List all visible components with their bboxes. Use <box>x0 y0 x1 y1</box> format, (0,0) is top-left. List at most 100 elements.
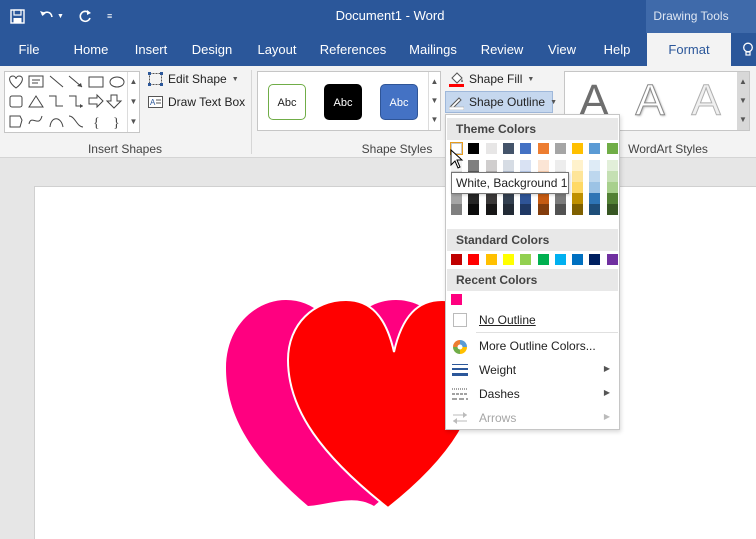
theme-shade-swatch[interactable] <box>572 204 584 215</box>
tab-format[interactable]: Format <box>647 33 731 66</box>
shape-outline-button[interactable]: Shape Outline ▼ <box>448 95 557 111</box>
draw-text-box-button[interactable]: A Draw Text Box <box>148 95 245 109</box>
scroll-up-icon[interactable]: ▲ <box>128 72 139 92</box>
theme-shade-swatch[interactable] <box>589 182 601 193</box>
theme-shade-swatch[interactable] <box>589 204 601 215</box>
dashes-item[interactable]: Dashes ▶ <box>446 383 619 405</box>
standard-color-swatch[interactable] <box>485 254 497 265</box>
theme-color-swatch[interactable] <box>554 143 566 154</box>
theme-shade-swatch[interactable] <box>572 193 584 204</box>
theme-shade-swatch[interactable] <box>502 193 514 204</box>
recent-color-swatch[interactable] <box>451 294 462 305</box>
shape-style-swatch[interactable]: Abc <box>380 84 418 120</box>
chevron-down-icon: ▼ <box>527 75 535 83</box>
edit-shape-button[interactable]: Edit Shape ▼ <box>148 72 239 86</box>
tab-review[interactable]: Review <box>476 33 528 66</box>
wordart-style[interactable]: A <box>681 76 731 126</box>
tab-file[interactable]: File <box>11 33 47 66</box>
theme-color-swatch[interactable] <box>572 143 584 154</box>
theme-shade-swatch[interactable] <box>606 182 618 193</box>
standard-color-swatch[interactable] <box>468 254 480 265</box>
tab-insert[interactable]: Insert <box>127 33 175 66</box>
theme-color-swatch[interactable] <box>537 143 549 154</box>
standard-color-swatch[interactable] <box>589 254 601 265</box>
lightbulb-icon[interactable] <box>740 33 756 66</box>
theme-shade-swatch[interactable] <box>485 204 497 215</box>
theme-shade-swatch[interactable] <box>468 160 480 171</box>
theme-shade-swatch[interactable] <box>537 160 549 171</box>
theme-shade-swatch[interactable] <box>572 182 584 193</box>
standard-color-swatch[interactable] <box>502 254 514 265</box>
theme-shade-swatch[interactable] <box>520 193 532 204</box>
tab-help[interactable]: Help <box>595 33 639 66</box>
theme-color-swatch[interactable] <box>485 143 497 154</box>
theme-shade-swatch[interactable] <box>606 160 618 171</box>
theme-shade-swatch[interactable] <box>485 193 497 204</box>
shape-style-swatch[interactable]: Abc <box>324 84 362 120</box>
standard-color-swatch[interactable] <box>537 254 549 265</box>
shape-styles-gallery[interactable]: Abc Abc Abc ▲ ▼ ▼ <box>257 71 441 131</box>
theme-shade-swatch[interactable] <box>554 204 566 215</box>
theme-shade-swatch[interactable] <box>606 204 618 215</box>
theme-shade-swatch[interactable] <box>554 160 566 171</box>
theme-shade-swatch[interactable] <box>502 160 514 171</box>
scroll-up-icon[interactable]: ▲ <box>737 72 749 91</box>
theme-shade-swatch[interactable] <box>572 171 584 182</box>
theme-color-swatch[interactable] <box>502 143 514 154</box>
theme-shade-swatch[interactable] <box>537 193 549 204</box>
submenu-arrow-icon: ▶ <box>603 412 610 421</box>
standard-color-swatch[interactable] <box>554 254 566 265</box>
standard-color-swatch[interactable] <box>606 254 618 265</box>
theme-shade-swatch[interactable] <box>589 160 601 171</box>
theme-shade-swatch[interactable] <box>451 204 462 215</box>
text-box-icon: A <box>148 95 163 109</box>
theme-shade-swatch[interactable] <box>468 204 480 215</box>
theme-color-swatch[interactable] <box>520 143 532 154</box>
wordart-style[interactable]: A <box>625 76 675 126</box>
theme-shade-swatch[interactable] <box>468 193 480 204</box>
theme-color-swatch[interactable] <box>589 143 601 154</box>
tab-design[interactable]: Design <box>186 33 238 66</box>
theme-shade-swatch[interactable] <box>451 193 462 204</box>
shape-styles-scroll[interactable]: ▲ ▼ ▼ <box>428 72 440 130</box>
theme-color-swatch[interactable] <box>468 143 480 154</box>
more-outline-colors-item[interactable]: More Outline Colors... <box>446 335 619 357</box>
scroll-down-icon[interactable]: ▼ <box>737 91 749 110</box>
theme-shade-swatch[interactable] <box>589 193 601 204</box>
tab-layout[interactable]: Layout <box>250 33 304 66</box>
wordart-scroll[interactable]: ▲ ▼ ▼ <box>737 72 749 130</box>
standard-color-swatch[interactable] <box>451 254 462 265</box>
chevron-down-icon: ▼ <box>550 98 557 106</box>
tab-view[interactable]: View <box>540 33 584 66</box>
theme-shade-swatch[interactable] <box>502 204 514 215</box>
shapes-gallery-scroll[interactable]: ▲ ▼ ▼ <box>127 72 139 132</box>
tab-mailings[interactable]: Mailings <box>401 33 465 66</box>
theme-shade-swatch[interactable] <box>485 160 497 171</box>
scroll-down-icon[interactable]: ▼ <box>128 92 139 112</box>
wordart-styles-group-label: WordArt Styles <box>628 142 708 156</box>
theme-colors-header: Theme Colors <box>447 118 618 140</box>
theme-shade-swatch[interactable] <box>572 160 584 171</box>
scroll-down-icon[interactable]: ▼ <box>429 91 440 110</box>
weight-item[interactable]: Weight ▶ <box>446 359 619 381</box>
theme-color-swatch[interactable] <box>606 143 618 154</box>
gallery-more-icon[interactable]: ▼ <box>737 110 749 129</box>
no-outline-item[interactable]: No Outline <box>446 309 619 331</box>
standard-color-swatch[interactable] <box>520 254 532 265</box>
gallery-more-icon[interactable]: ▼ <box>429 110 440 129</box>
scroll-up-icon[interactable]: ▲ <box>429 72 440 91</box>
standard-color-swatch[interactable] <box>572 254 584 265</box>
theme-shade-swatch[interactable] <box>554 193 566 204</box>
tab-references[interactable]: References <box>316 33 390 66</box>
tab-home[interactable]: Home <box>66 33 116 66</box>
theme-shade-swatch[interactable] <box>520 204 532 215</box>
shape-style-swatch[interactable]: Abc <box>268 84 306 120</box>
shapes-gallery[interactable]: { } ▲ ▼ ▼ <box>4 71 140 133</box>
gallery-more-icon[interactable]: ▼ <box>128 112 139 132</box>
theme-shade-swatch[interactable] <box>606 193 618 204</box>
theme-shade-swatch[interactable] <box>589 171 601 182</box>
shape-fill-button[interactable]: Shape Fill ▼ <box>449 72 535 87</box>
theme-shade-swatch[interactable] <box>520 160 532 171</box>
theme-shade-swatch[interactable] <box>606 171 618 182</box>
theme-shade-swatch[interactable] <box>537 204 549 215</box>
